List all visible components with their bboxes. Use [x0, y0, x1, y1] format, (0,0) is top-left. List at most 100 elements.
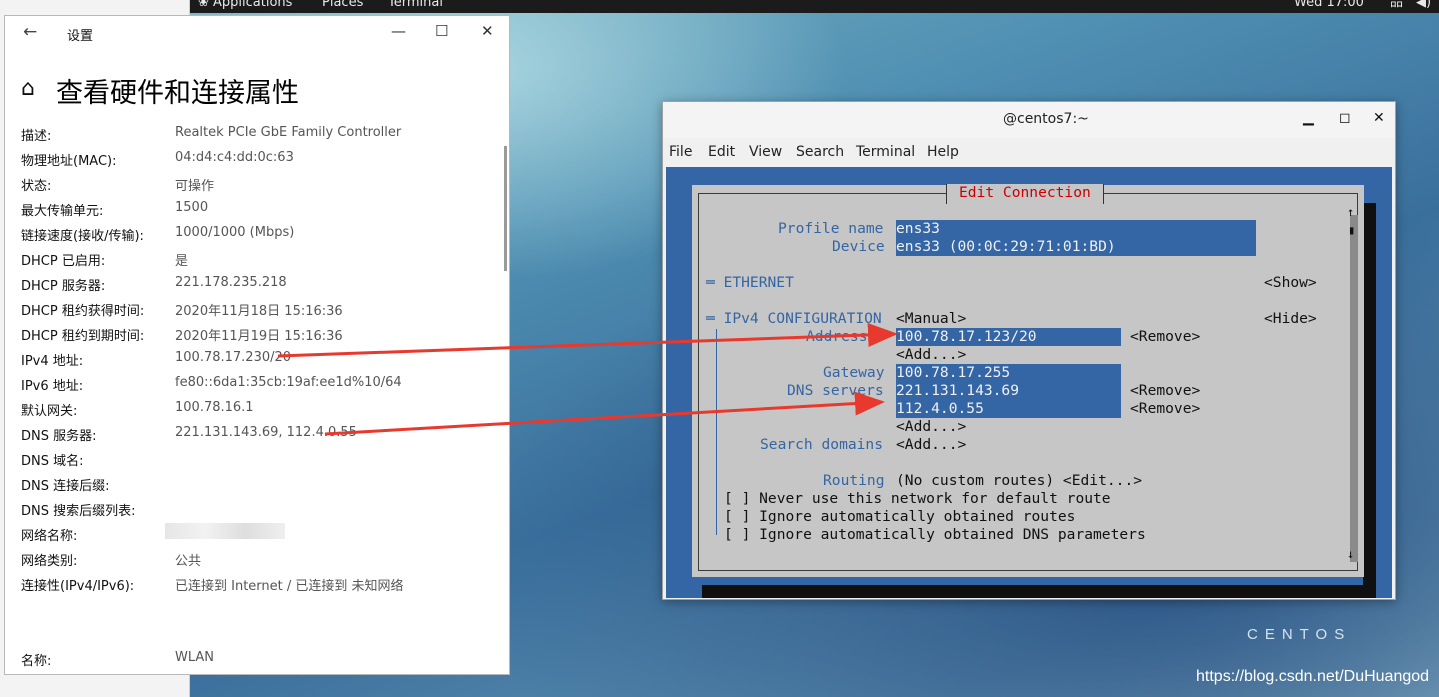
menu-terminal[interactable]: Terminal [856, 144, 915, 160]
add-address-button[interactable]: <Add...> [896, 346, 966, 364]
property-label: 连接性(IPv4/IPv6): [21, 579, 135, 594]
gnome-top-bar: ❀ Applications Places Terminal Wed 17:00… [190, 0, 1439, 13]
applications-menu[interactable]: ❀ Applications [198, 0, 292, 9]
routing-edit-button[interactable]: (No custom routes) <Edit...> [896, 472, 1142, 490]
gateway-label: Gateway [823, 364, 885, 381]
terminal-titlebar[interactable]: @centos7:~ ▁ ◻ ✕ [663, 102, 1395, 138]
dns-server-2-field[interactable]: 112.4.0.55 [896, 400, 1121, 418]
property-value: 2020年11月18日 15:16:36 [175, 304, 343, 319]
property-row: DHCP 服务器: 221.178.235.218 [21, 275, 501, 297]
property-row: DNS 域名: [21, 450, 501, 472]
scrollbar[interactable] [504, 146, 507, 271]
property-label: 最大传输单元: [21, 204, 104, 219]
section-bracket [716, 329, 717, 535]
dns-servers-label: DNS servers [787, 382, 884, 399]
property-label: IPv4 地址: [21, 354, 84, 369]
dialog-shadow [702, 585, 1376, 598]
scroll-up-arrow-icon[interactable]: ↑ [1347, 205, 1354, 219]
ethernet-section[interactable]: ═ ETHERNET [706, 274, 794, 292]
addresses-label: Addresses [806, 328, 886, 345]
dialog-scrollbar[interactable] [1350, 215, 1358, 562]
property-label: DHCP 服务器: [21, 279, 106, 294]
property-value: 221.178.235.218 [175, 275, 287, 290]
add-dns-button[interactable]: <Add...> [896, 418, 966, 436]
volume-icon[interactable]: ◀) [1416, 0, 1431, 9]
property-label: DNS 域名: [21, 454, 84, 469]
terminal-title: @centos7:~ [1003, 111, 1089, 127]
minimize-icon[interactable]: ▁ [1303, 110, 1314, 126]
property-row: 状态: 可操作 [21, 175, 501, 197]
ignore-dns-checkbox[interactable]: [ ] Ignore automatically obtained DNS pa… [724, 526, 1146, 544]
foot-icon: ❀ [198, 0, 214, 10]
property-label: DNS 搜索后缀列表: [21, 504, 136, 519]
back-arrow-icon[interactable]: ← [23, 22, 37, 42]
property-label: 默认网关: [21, 404, 78, 419]
property-row: DNS 搜索后缀列表: [21, 500, 501, 522]
search-domains-label: Search domains [760, 436, 884, 453]
menu-file[interactable]: File [669, 144, 692, 160]
property-value: 1000/1000 (Mbps) [175, 225, 295, 240]
scroll-down-arrow-icon[interactable]: ↓ [1347, 547, 1354, 561]
property-value: fe80::6da1:35cb:19af:ee1d%10/64 [175, 375, 402, 390]
window-title: 设置 [67, 29, 94, 44]
ipv4-address-value: 100.78.17.230/20 [175, 350, 292, 365]
address-field[interactable]: 100.78.17.123/20 [896, 328, 1121, 346]
remove-address-button[interactable]: <Remove> [1130, 328, 1200, 346]
property-row: 最大传输单元: 1500 [21, 200, 501, 222]
property-label: DHCP 租约获得时间: [21, 304, 145, 319]
close-icon[interactable]: ✕ [1373, 110, 1385, 126]
device-field[interactable]: ens33 (00:0C:29:71:01:BD) [896, 238, 1256, 256]
menu-edit[interactable]: Edit [708, 144, 735, 160]
property-value: 已连接到 Internet / 已连接到 未知网络 [175, 579, 404, 594]
ipv4-section[interactable]: ═ IPv4 CONFIGURATION [706, 310, 882, 328]
property-label: 网络类别: [21, 554, 78, 569]
minimize-icon[interactable]: — [391, 22, 406, 40]
dialog-shadow [1363, 203, 1376, 598]
terminal-menu[interactable]: Terminal [388, 0, 443, 9]
places-menu[interactable]: Places [322, 0, 363, 9]
property-label: DNS 连接后缀: [21, 479, 110, 494]
remove-dns-2-button[interactable]: <Remove> [1130, 400, 1200, 418]
menu-search[interactable]: Search [796, 144, 844, 160]
add-search-domain-button[interactable]: <Add...> [896, 436, 966, 454]
maximize-icon[interactable]: ◻ [1339, 110, 1351, 126]
dns-server-row: DNS 服务器: 221.131.143.69, 112.4.0.55 [21, 425, 501, 447]
property-label: DHCP 租约到期时间: [21, 329, 145, 344]
routing-label: Routing [823, 472, 885, 489]
edit-connection-dialog: Edit Connection Profile name ens33 Devic… [692, 184, 1364, 577]
menu-view[interactable]: View [749, 144, 782, 160]
property-value: 04:d4:c4:dd:0c:63 [175, 150, 294, 165]
dns-server-1-field[interactable]: 221.131.143.69 [896, 382, 1121, 400]
property-row: IPv6 地址: fe80::6da1:35cb:19af:ee1d%10/64 [21, 375, 501, 397]
property-row: DHCP 已启用: 是 [21, 250, 501, 272]
dialog-title: Edit Connection [946, 184, 1104, 204]
clock[interactable]: Wed 17:00 [1294, 0, 1364, 9]
device-label: Device [832, 238, 885, 255]
hide-button[interactable]: <Hide> [1264, 310, 1317, 328]
property-label: DNS 服务器: [21, 429, 97, 444]
home-icon[interactable]: ⌂ [21, 76, 35, 101]
show-button[interactable]: <Show> [1264, 274, 1317, 292]
menu-help[interactable]: Help [927, 144, 959, 160]
property-value: 1500 [175, 200, 209, 215]
maximize-icon[interactable]: ☐ [435, 22, 448, 40]
gateway-field[interactable]: 100.78.17.255 [896, 364, 1121, 382]
profile-name-label: Profile name [778, 220, 884, 237]
property-row: 名称: WLAN [21, 650, 501, 672]
remove-dns-1-button[interactable]: <Remove> [1130, 382, 1200, 400]
scroll-thumb-icon[interactable]: ▮ [1348, 223, 1355, 237]
ipv4-method-select[interactable]: <Manual> [896, 310, 966, 328]
close-icon[interactable]: ✕ [481, 22, 494, 40]
never-default-route-checkbox[interactable]: [ ] Never use this network for default r… [724, 490, 1111, 508]
property-row: 网络类别: 公共 [21, 550, 501, 572]
property-label: IPv6 地址: [21, 379, 84, 394]
settings-window: ← 设置 — ☐ ✕ ⌂ 查看硬件和连接属性 描述: Realtek PCIe G… [4, 15, 510, 675]
ignore-routes-checkbox[interactable]: [ ] Ignore automatically obtained routes [724, 508, 1075, 526]
page-title: 查看硬件和连接属性 [56, 78, 299, 109]
terminal-screen[interactable]: Edit Connection Profile name ens33 Devic… [666, 167, 1392, 598]
network-icon[interactable]: 品 [1390, 0, 1403, 9]
property-row: 连接性(IPv4/IPv6): 已连接到 Internet / 已连接到 未知网络 [21, 575, 501, 597]
property-row: DHCP 租约获得时间: 2020年11月18日 15:16:36 [21, 300, 501, 322]
profile-name-field[interactable]: ens33 [896, 220, 1256, 238]
property-row: 链接速度(接收/传输): 1000/1000 (Mbps) [21, 225, 501, 247]
